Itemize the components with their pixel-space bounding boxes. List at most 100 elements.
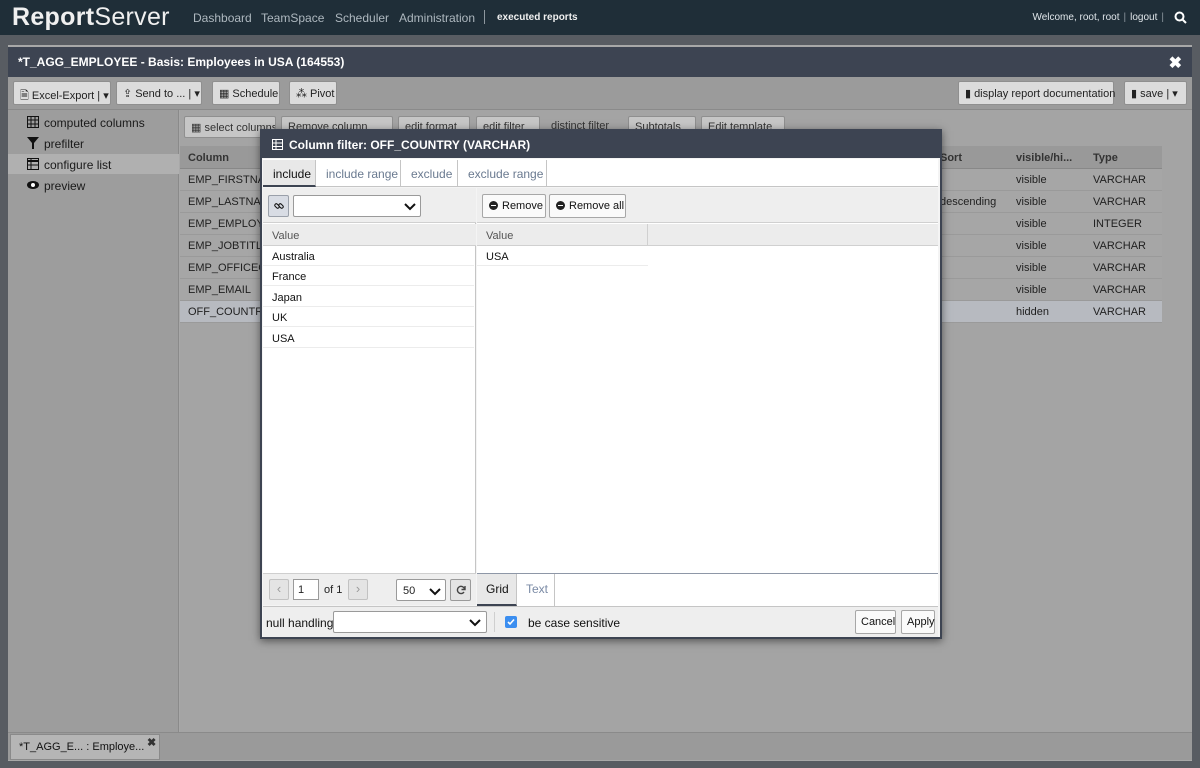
top-navigation-bar <box>0 0 1200 35</box>
next-page-button[interactable]: › <box>348 579 368 600</box>
display-report-documentation-button[interactable]: ▮ display report documentation <box>958 81 1115 105</box>
cell-column: EMP_OFFICEC <box>188 262 267 274</box>
list-item[interactable]: USA <box>263 328 474 348</box>
minus-circle-icon <box>556 201 565 210</box>
footer-divider <box>494 612 495 632</box>
cell-visible: visible <box>1016 240 1047 252</box>
tab-exclude-range[interactable]: exclude range <box>458 160 547 187</box>
table-edit-icon <box>27 158 39 170</box>
minus-circle-icon <box>489 201 498 210</box>
search-icon[interactable] <box>1174 11 1187 24</box>
reportserver-logo[interactable]: ReportServer <box>12 3 170 32</box>
cell-type: VARCHAR <box>1093 196 1146 208</box>
cell-visible: visible <box>1016 262 1047 274</box>
link-icon <box>274 203 284 209</box>
sidebar-label: computed columns <box>44 116 145 130</box>
send-to-button[interactable]: ⇪ Send to ... | ▾ <box>116 81 202 105</box>
chevron-down-icon <box>469 619 481 627</box>
report-title: *T_AGG_EMPLOYEE - Basis: Employees in US… <box>8 47 1192 77</box>
sidebar-label: prefilter <box>44 137 85 151</box>
apply-button[interactable]: Apply <box>901 610 935 634</box>
null-handling-label: null handling <box>266 616 334 630</box>
sidebar-label: preview <box>44 179 86 193</box>
nav-scheduler[interactable]: Scheduler <box>335 11 389 25</box>
logo-bold: Report <box>12 3 95 31</box>
save-doc-icon: ▮ <box>1131 88 1138 100</box>
save-label: save <box>1140 88 1164 100</box>
cell-type: INTEGER <box>1093 218 1142 230</box>
list-item[interactable]: Australia <box>263 246 474 266</box>
nav-executed-reports[interactable]: executed reports <box>497 12 578 23</box>
selected-values-toolbar <box>477 188 938 223</box>
sidebar-item-preview[interactable]: preview <box>8 175 179 195</box>
grid-icon <box>27 116 39 128</box>
cell-type: VARCHAR <box>1093 174 1146 186</box>
tab-close-icon[interactable]: ✖ <box>147 736 156 749</box>
export-file-icon: 🗎 <box>20 90 29 102</box>
pivot-button[interactable]: ⁂ Pivot <box>289 81 337 105</box>
null-handling-select[interactable] <box>333 611 487 633</box>
list-item[interactable]: France <box>263 266 474 286</box>
cell-column: EMP_JOBTITLI <box>188 240 266 252</box>
available-values-select[interactable] <box>293 195 421 217</box>
tab-exclude[interactable]: exclude <box>401 160 458 187</box>
excel-export-button[interactable]: 🗎 Excel-Export | ▾ <box>13 81 111 105</box>
cell-sort: descending <box>940 196 997 208</box>
tab-grid[interactable]: Grid <box>477 574 517 606</box>
list-item[interactable]: UK <box>263 307 474 327</box>
cell-visible: visible <box>1016 196 1047 208</box>
chevron-right-icon: › <box>355 581 361 596</box>
pivot-label: Pivot <box>310 88 335 100</box>
list-item[interactable]: USA <box>477 246 648 266</box>
upload-icon: ⇪ <box>123 88 133 100</box>
header-column[interactable]: Column <box>188 152 229 164</box>
chevron-down-icon <box>429 588 441 596</box>
cell-column: OFF_COUNTR <box>188 306 264 318</box>
tab-include-range[interactable]: include range <box>316 160 401 187</box>
sidebar-item-configure-list[interactable]: configure list <box>8 154 179 174</box>
header-type[interactable]: Type <box>1093 152 1118 164</box>
schedule-button[interactable]: ▦ Schedule <box>212 81 280 105</box>
nav-administration[interactable]: Administration <box>399 11 475 25</box>
case-sensitive-checkbox[interactable] <box>505 616 517 628</box>
cell-column: EMP_FIRSTNA <box>188 174 266 186</box>
tab-text[interactable]: Text <box>517 574 555 606</box>
remove-label: Remove <box>502 200 543 212</box>
nav-dashboard[interactable]: Dashboard <box>193 11 252 25</box>
cell-type: VARCHAR <box>1093 240 1146 252</box>
tab-include[interactable]: include <box>263 160 316 187</box>
page-size-select[interactable]: 50 <box>396 579 446 601</box>
page-number-input[interactable]: 1 <box>293 579 319 600</box>
logout-link[interactable]: logout <box>1130 12 1157 23</box>
document-icon: ▮ <box>965 88 972 100</box>
report-tab-bar <box>8 732 1192 760</box>
remove-button[interactable]: Remove <box>482 194 546 218</box>
remove-all-button[interactable]: Remove all <box>549 194 626 218</box>
header-divider <box>647 224 648 246</box>
cell-visible: visible <box>1016 174 1047 186</box>
remove-all-label: Remove all <box>569 200 625 212</box>
dialog-title[interactable]: Column filter: OFF_COUNTRY (VARCHAR) <box>262 131 940 158</box>
nav-teamspace[interactable]: TeamSpace <box>261 11 324 25</box>
sidebar-item-prefilter[interactable]: prefilter <box>8 133 179 153</box>
link-button[interactable] <box>268 195 289 217</box>
chevron-left-icon: ‹ <box>276 581 282 596</box>
cell-type: VARCHAR <box>1093 284 1146 296</box>
header-sort[interactable]: Sort <box>940 152 962 164</box>
welcome-text: Welcome, root, root <box>1032 12 1120 23</box>
prev-page-button[interactable]: ‹ <box>269 579 289 600</box>
report-tab[interactable]: *T_AGG_E... : Employe... <box>10 734 160 760</box>
case-sensitive-label[interactable]: be case sensitive <box>528 616 620 630</box>
list-item[interactable]: Japan <box>263 287 474 307</box>
available-values-header[interactable]: Value <box>263 224 476 246</box>
refresh-icon <box>456 585 466 595</box>
header-visible[interactable]: visible/hi... <box>1016 152 1072 164</box>
refresh-button[interactable] <box>450 579 471 601</box>
sidebar-item-computed-columns[interactable]: computed columns <box>8 112 179 132</box>
selected-values-header[interactable]: Value <box>477 224 647 246</box>
cancel-button[interactable]: Cancel <box>855 610 896 634</box>
save-button[interactable]: ▮ save | ▾ <box>1124 81 1187 105</box>
close-icon[interactable]: ✖ <box>1169 53 1182 73</box>
page-count-label: of 1 <box>324 584 343 596</box>
cell-column: EMP_LASTNAM <box>188 196 270 208</box>
